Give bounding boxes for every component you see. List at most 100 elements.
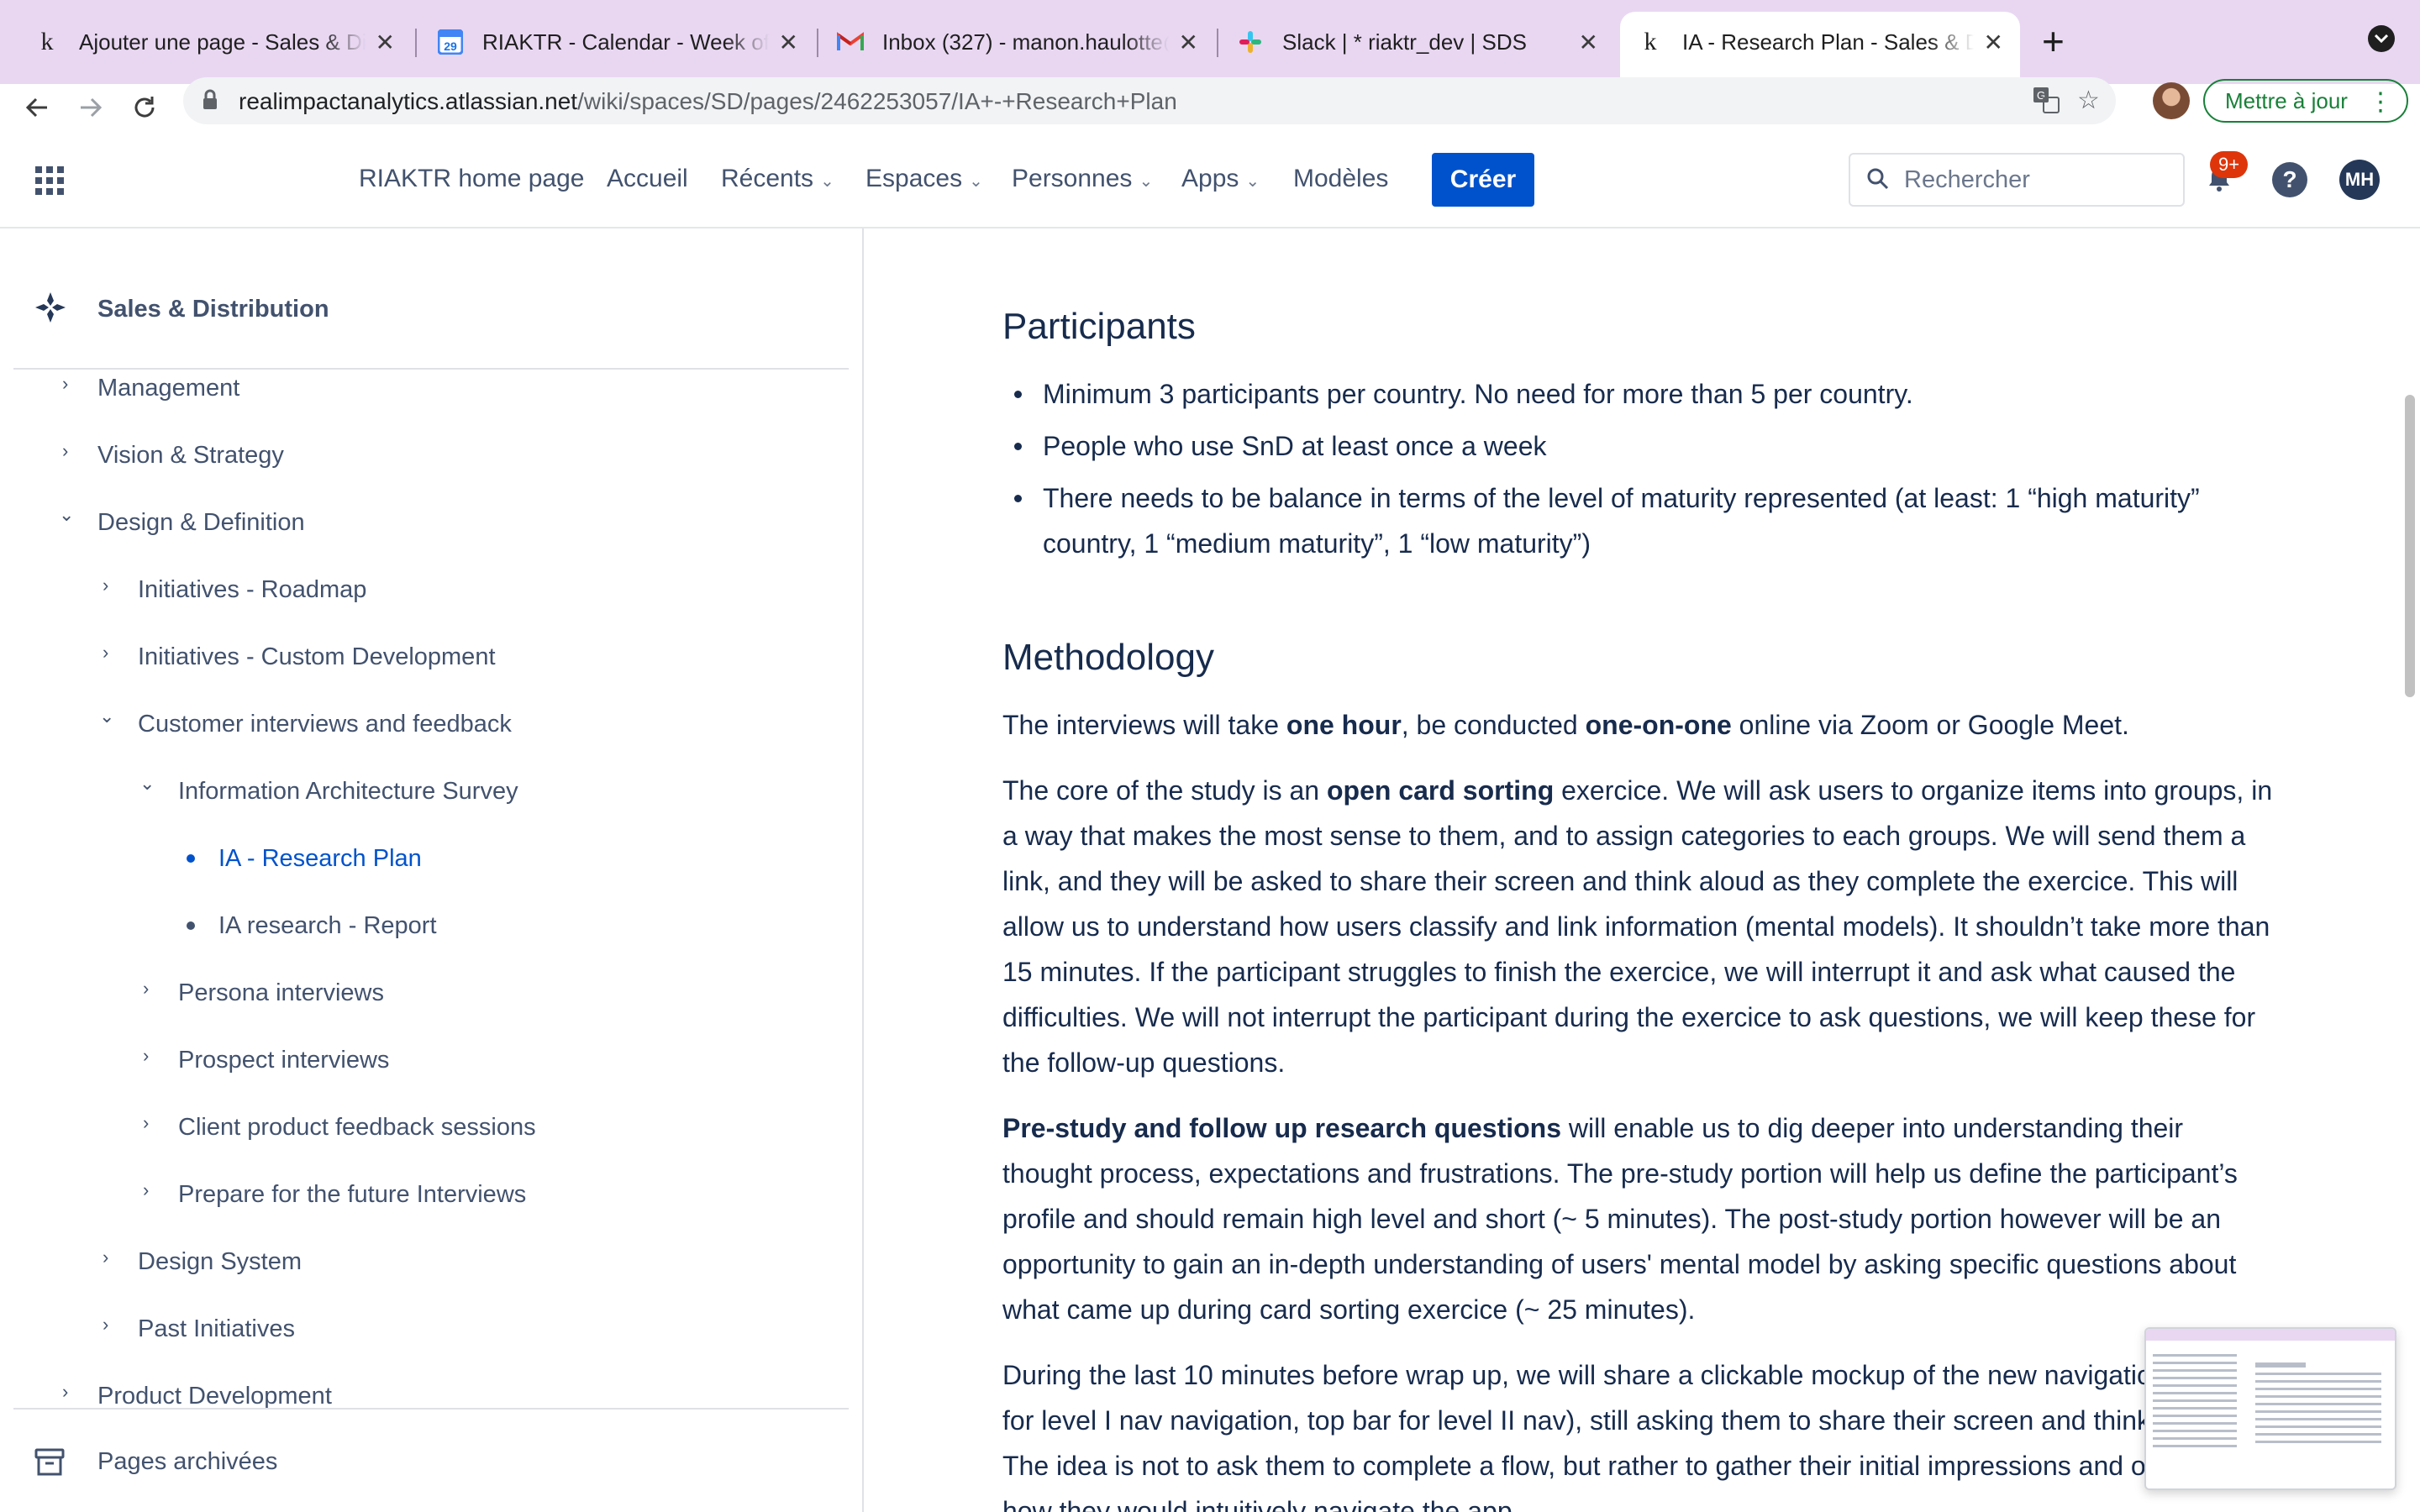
new-tab-icon[interactable]: + bbox=[2042, 18, 2065, 64]
back-arrow-icon[interactable] bbox=[13, 84, 60, 131]
screenshot-preview-thumbnail[interactable] bbox=[2144, 1327, 2396, 1490]
archived-pages-link[interactable]: Pages archivées bbox=[97, 1448, 277, 1476]
chevron-down-icon[interactable]: ⌄ bbox=[99, 706, 114, 727]
text-run: The core of the study is an bbox=[1002, 775, 1327, 806]
list-item: Minimum 3 participants per country. No n… bbox=[1002, 371, 2280, 417]
update-label: Mettre à jour bbox=[2225, 87, 2348, 113]
help-icon[interactable]: ? bbox=[2272, 162, 2307, 197]
nav-riaktr-home[interactable]: RIAKTR home page bbox=[359, 165, 584, 193]
sidebar-item-management[interactable]: Management bbox=[97, 375, 239, 402]
sidebar-divider bbox=[13, 368, 849, 370]
chevron-right-icon[interactable]: › bbox=[62, 373, 68, 395]
slack-favicon-icon bbox=[1237, 29, 1264, 55]
sidebar-item-past-initiatives[interactable]: Past Initiatives bbox=[138, 1315, 295, 1343]
browser-tab-1[interactable]: k Ajouter une page - Sales & Distributio… bbox=[17, 12, 412, 72]
tab-title: Ajouter une page - Sales & Distribution bbox=[79, 29, 366, 55]
text-run: online via Zoom or Google Meet. bbox=[1731, 710, 2129, 740]
sidebar-item-design-system[interactable]: Design System bbox=[138, 1248, 302, 1276]
chevron-right-icon[interactable]: › bbox=[62, 440, 68, 462]
list-item: People who use SnD at least once a week bbox=[1002, 423, 2280, 469]
sidebar-item-vision-strategy[interactable]: Vision & Strategy bbox=[97, 442, 284, 470]
close-tab-icon[interactable]: ✕ bbox=[376, 29, 395, 56]
lock-icon[interactable] bbox=[202, 89, 218, 115]
chevron-right-icon[interactable]: › bbox=[143, 1045, 149, 1067]
forward-arrow-icon[interactable] bbox=[67, 84, 114, 131]
tab-separator bbox=[1217, 29, 1218, 57]
nav-modeles[interactable]: Modèles bbox=[1293, 165, 1388, 193]
close-tab-icon[interactable]: ✕ bbox=[1579, 29, 1598, 56]
chevron-right-icon[interactable]: › bbox=[103, 575, 108, 596]
methodology-paragraph-2: The core of the study is an open card so… bbox=[1002, 768, 2280, 1085]
nav-recents[interactable]: Récents ⌄ bbox=[721, 165, 834, 193]
chevron-right-icon[interactable]: › bbox=[143, 978, 149, 1000]
page-scrollbar[interactable] bbox=[2405, 395, 2415, 697]
sidebar-item-future-interviews[interactable]: Prepare for the future Interviews bbox=[178, 1181, 526, 1209]
sidebar-item-initiatives-custom-dev[interactable]: Initiatives - Custom Development bbox=[138, 643, 496, 671]
chevron-down-icon: ⌄ bbox=[969, 172, 983, 191]
browser-tab-2[interactable]: 29 RIAKTR - Calendar - Week of J ✕ bbox=[420, 12, 815, 72]
text-run: , be conducted bbox=[1401, 710, 1586, 740]
search-icon bbox=[1865, 166, 1891, 196]
close-tab-icon[interactable]: ✕ bbox=[779, 29, 798, 56]
sidebar-item-client-feedback[interactable]: Client product feedback sessions bbox=[178, 1114, 536, 1142]
nav-espaces[interactable]: Espaces ⌄ bbox=[865, 165, 983, 193]
app-switcher-icon[interactable] bbox=[35, 166, 64, 195]
sidebar-item-prospect-interviews[interactable]: Prospect interviews bbox=[178, 1047, 389, 1074]
bullet-dot bbox=[187, 854, 195, 863]
nav-recents-label: Récents bbox=[721, 165, 814, 192]
sidebar-item-ia-survey[interactable]: Information Architecture Survey bbox=[178, 778, 518, 806]
chevron-down-icon: ⌄ bbox=[820, 172, 834, 191]
chevron-down-icon[interactable]: ⌄ bbox=[139, 773, 155, 795]
tab-search-icon[interactable] bbox=[2368, 25, 2395, 52]
svg-text:29: 29 bbox=[444, 39, 457, 53]
tab-separator bbox=[817, 29, 818, 57]
nav-personnes[interactable]: Personnes ⌄ bbox=[1012, 165, 1153, 193]
tab-title: IA - Research Plan - Sales & Distributio… bbox=[1682, 29, 1974, 55]
sidebar-item-product-development[interactable]: Product Development bbox=[97, 1383, 332, 1410]
confluence-favicon-icon: k bbox=[1644, 28, 1657, 55]
address-bar[interactable]: realimpactanalytics.atlassian.net/wiki/s… bbox=[183, 77, 2116, 124]
close-tab-icon[interactable]: ✕ bbox=[1984, 29, 2003, 56]
sidebar-item-persona-interviews[interactable]: Persona interviews bbox=[178, 979, 384, 1007]
methodology-paragraph-3: Pre-study and follow up research questio… bbox=[1002, 1105, 2280, 1332]
reload-icon[interactable] bbox=[121, 84, 168, 131]
nav-apps[interactable]: Apps ⌄ bbox=[1181, 165, 1260, 193]
browser-tab-5-active[interactable]: k IA - Research Plan - Sales & Distribut… bbox=[1620, 12, 2020, 84]
bullet-dot bbox=[187, 921, 195, 930]
chevron-right-icon[interactable]: › bbox=[143, 1179, 149, 1201]
space-logo-icon[interactable] bbox=[34, 291, 67, 324]
more-menu-icon[interactable]: ⋮ bbox=[2368, 87, 2393, 117]
nav-apps-label: Apps bbox=[1181, 165, 1239, 192]
chevron-down-icon[interactable]: ⌄ bbox=[59, 504, 74, 526]
chevron-right-icon[interactable]: › bbox=[143, 1112, 149, 1134]
chevron-right-icon[interactable]: › bbox=[103, 1247, 108, 1268]
chevron-right-icon[interactable]: › bbox=[103, 642, 108, 664]
chevron-right-icon[interactable]: › bbox=[103, 1314, 108, 1336]
methodology-paragraph-4: During the last 10 minutes before wrap u… bbox=[1002, 1360, 2280, 1512]
user-avatar[interactable]: MH bbox=[2339, 160, 2380, 200]
nav-accueil[interactable]: Accueil bbox=[607, 165, 688, 193]
browser-tab-3[interactable]: Inbox (327) - manon.haulotte@ ✕ bbox=[820, 12, 1215, 72]
sidebar-divider bbox=[13, 1408, 849, 1410]
bookmark-star-icon[interactable]: ☆ bbox=[2077, 86, 2100, 115]
space-name[interactable]: Sales & Distribution bbox=[97, 296, 329, 323]
sidebar-item-initiatives-roadmap[interactable]: Initiatives - Roadmap bbox=[138, 576, 366, 604]
translate-icon[interactable]: G bbox=[2032, 86, 2060, 121]
update-browser-button[interactable]: Mettre à jour ⋮ bbox=[2203, 79, 2408, 123]
text-run: exercice. We will ask users to organize … bbox=[1002, 775, 2273, 1078]
search-input[interactable]: Rechercher bbox=[1849, 153, 2185, 207]
sidebar-item-ia-research-report[interactable]: IA research - Report bbox=[218, 912, 437, 940]
notification-count-badge: 9+ bbox=[2210, 151, 2249, 178]
sidebar-item-design-definition[interactable]: Design & Definition bbox=[97, 509, 305, 537]
sidebar-item-ia-research-plan[interactable]: IA - Research Plan bbox=[218, 845, 422, 873]
browser-tab-4[interactable]: Slack | * riaktr_dev | SDS ✕ bbox=[1220, 12, 1615, 72]
tab-title: Inbox (327) - manon.haulotte@ bbox=[882, 29, 1169, 55]
close-tab-icon[interactable]: ✕ bbox=[1179, 29, 1198, 56]
create-button[interactable]: Créer bbox=[1432, 153, 1534, 207]
bold-text: open card sorting bbox=[1326, 775, 1555, 806]
archive-icon[interactable] bbox=[34, 1446, 66, 1483]
sidebar-item-customer-interviews[interactable]: Customer interviews and feedback bbox=[138, 711, 512, 738]
chevron-right-icon[interactable]: › bbox=[62, 1381, 68, 1403]
tab-separator bbox=[415, 29, 417, 57]
browser-profile-avatar[interactable] bbox=[2153, 82, 2190, 119]
